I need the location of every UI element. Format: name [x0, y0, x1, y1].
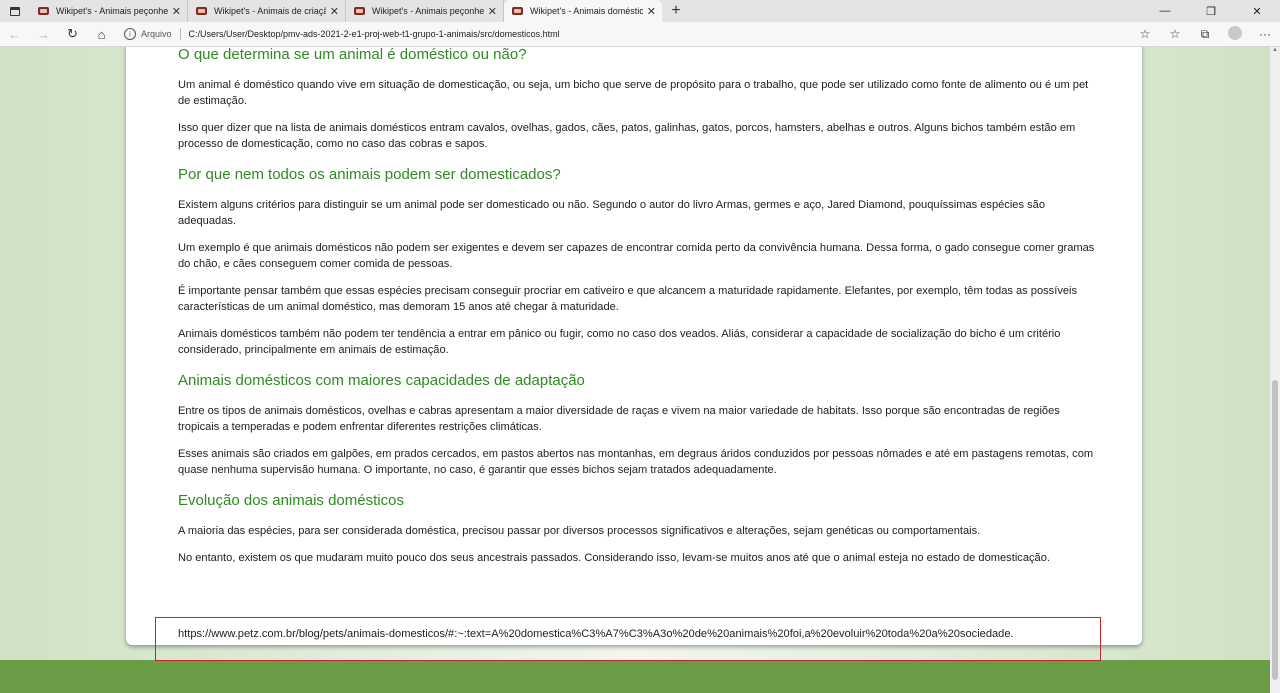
close-window-icon[interactable]: ✕ [1234, 5, 1280, 18]
reference-link[interactable]: https://www.petz.com.br/blog/pets/animai… [178, 628, 1014, 640]
favorites-icon[interactable]: ☆ [1160, 27, 1190, 41]
site-favicon-icon [512, 7, 523, 15]
tab-close-icon[interactable]: ✕ [647, 5, 656, 18]
scroll-thumb[interactable] [1272, 380, 1278, 680]
scheme-label: Arquivo [141, 29, 172, 39]
home-icon[interactable]: ⌂ [87, 27, 116, 42]
window-controls: — ❐ ✕ [1142, 0, 1280, 22]
section-heading: Evolução dos animais domésticos [178, 492, 404, 509]
paragraph: Animais domésticos também não podem ter … [178, 328, 1061, 356]
site-favicon-icon [196, 7, 207, 15]
paragraph: Entre os tipos de animais domésticos, ov… [178, 405, 1060, 433]
page-footer [0, 660, 1270, 693]
scroll-up-icon[interactable]: ▲ [1270, 47, 1280, 57]
section-heading: O que determina se um animal é doméstico… [178, 47, 527, 63]
page-viewport: O que determina se um animal é doméstico… [0, 47, 1270, 693]
browser-tools: ☆ ☆ ⧉ ··· [1130, 25, 1280, 43]
tab-title: Wikipet's - Animais peçonhentos [372, 6, 484, 16]
tab-title: Wikipet's - Animais de criação [214, 6, 326, 16]
more-icon[interactable]: ··· [1250, 27, 1280, 41]
profile-avatar[interactable] [1220, 25, 1250, 43]
tab-title: Wikipet's - Animais domésticos [530, 6, 643, 16]
section-heading: Animais domésticos com maiores capacidad… [178, 372, 585, 389]
refresh-icon[interactable]: ↻ [58, 26, 87, 42]
info-icon[interactable]: i [124, 28, 136, 40]
url-text[interactable]: C:/Users/User/Desktop/pmv-ads-2021-2-e1-… [189, 29, 560, 39]
site-favicon-icon [354, 7, 365, 15]
forward-icon[interactable]: → [29, 27, 58, 42]
add-favorite-icon[interactable]: ☆ [1130, 27, 1160, 41]
address-toolbar: ← → ↻ ⌂ i Arquivo C:/Users/User/Desktop/… [0, 22, 1280, 47]
tab-4-active[interactable]: Wikipet's - Animais domésticos ✕ [504, 0, 662, 22]
paragraph: Isso quer dizer que na lista de animais … [178, 122, 1076, 150]
tab-close-icon[interactable]: ✕ [330, 5, 339, 18]
article-card: O que determina se um animal é doméstico… [126, 47, 1142, 661]
restore-icon[interactable]: ❐ [1188, 5, 1234, 18]
new-tab-button[interactable]: + [662, 0, 690, 22]
back-icon[interactable]: ← [0, 27, 29, 42]
paragraph: Um exemplo é que animais domésticos não … [178, 242, 1095, 270]
tab-title: Wikipet's - Animais peçonhentos [56, 6, 168, 16]
tab-strip: Wikipet's - Animais peçonhentos ✕ Wikipe… [0, 0, 1280, 22]
paragraph: Esses animais são criados em galpões, em… [178, 448, 1094, 476]
section-heading: Por que nem todos os animais podem ser d… [178, 166, 561, 183]
tab-2[interactable]: Wikipet's - Animais de criação ✕ [188, 0, 346, 22]
paragraph: No entanto, existem os que mudaram muito… [178, 552, 1050, 564]
tab-actions-icon[interactable] [0, 0, 30, 22]
paragraph: É importante pensar também que essas esp… [178, 285, 1078, 313]
page-scrollbar[interactable]: ▲ [1270, 47, 1280, 693]
tab-1[interactable]: Wikipet's - Animais peçonhentos ✕ [30, 0, 188, 22]
collections-icon[interactable]: ⧉ [1190, 27, 1220, 42]
address-field[interactable]: i Arquivo C:/Users/User/Desktop/pmv-ads-… [124, 28, 1130, 40]
tab-close-icon[interactable]: ✕ [172, 5, 181, 18]
tab-close-icon[interactable]: ✕ [488, 5, 497, 18]
paragraph: Um animal é doméstico quando vive em sit… [178, 79, 1089, 107]
minimize-icon[interactable]: — [1142, 5, 1188, 17]
paragraph: Existem alguns critérios para distinguir… [178, 199, 1045, 227]
divider [179, 28, 181, 40]
paragraph: A maioria das espécies, para ser conside… [178, 525, 981, 537]
reference-box: https://www.petz.com.br/blog/pets/animai… [155, 617, 1101, 661]
site-favicon-icon [38, 7, 49, 15]
tab-3[interactable]: Wikipet's - Animais peçonhentos ✕ [346, 0, 504, 22]
